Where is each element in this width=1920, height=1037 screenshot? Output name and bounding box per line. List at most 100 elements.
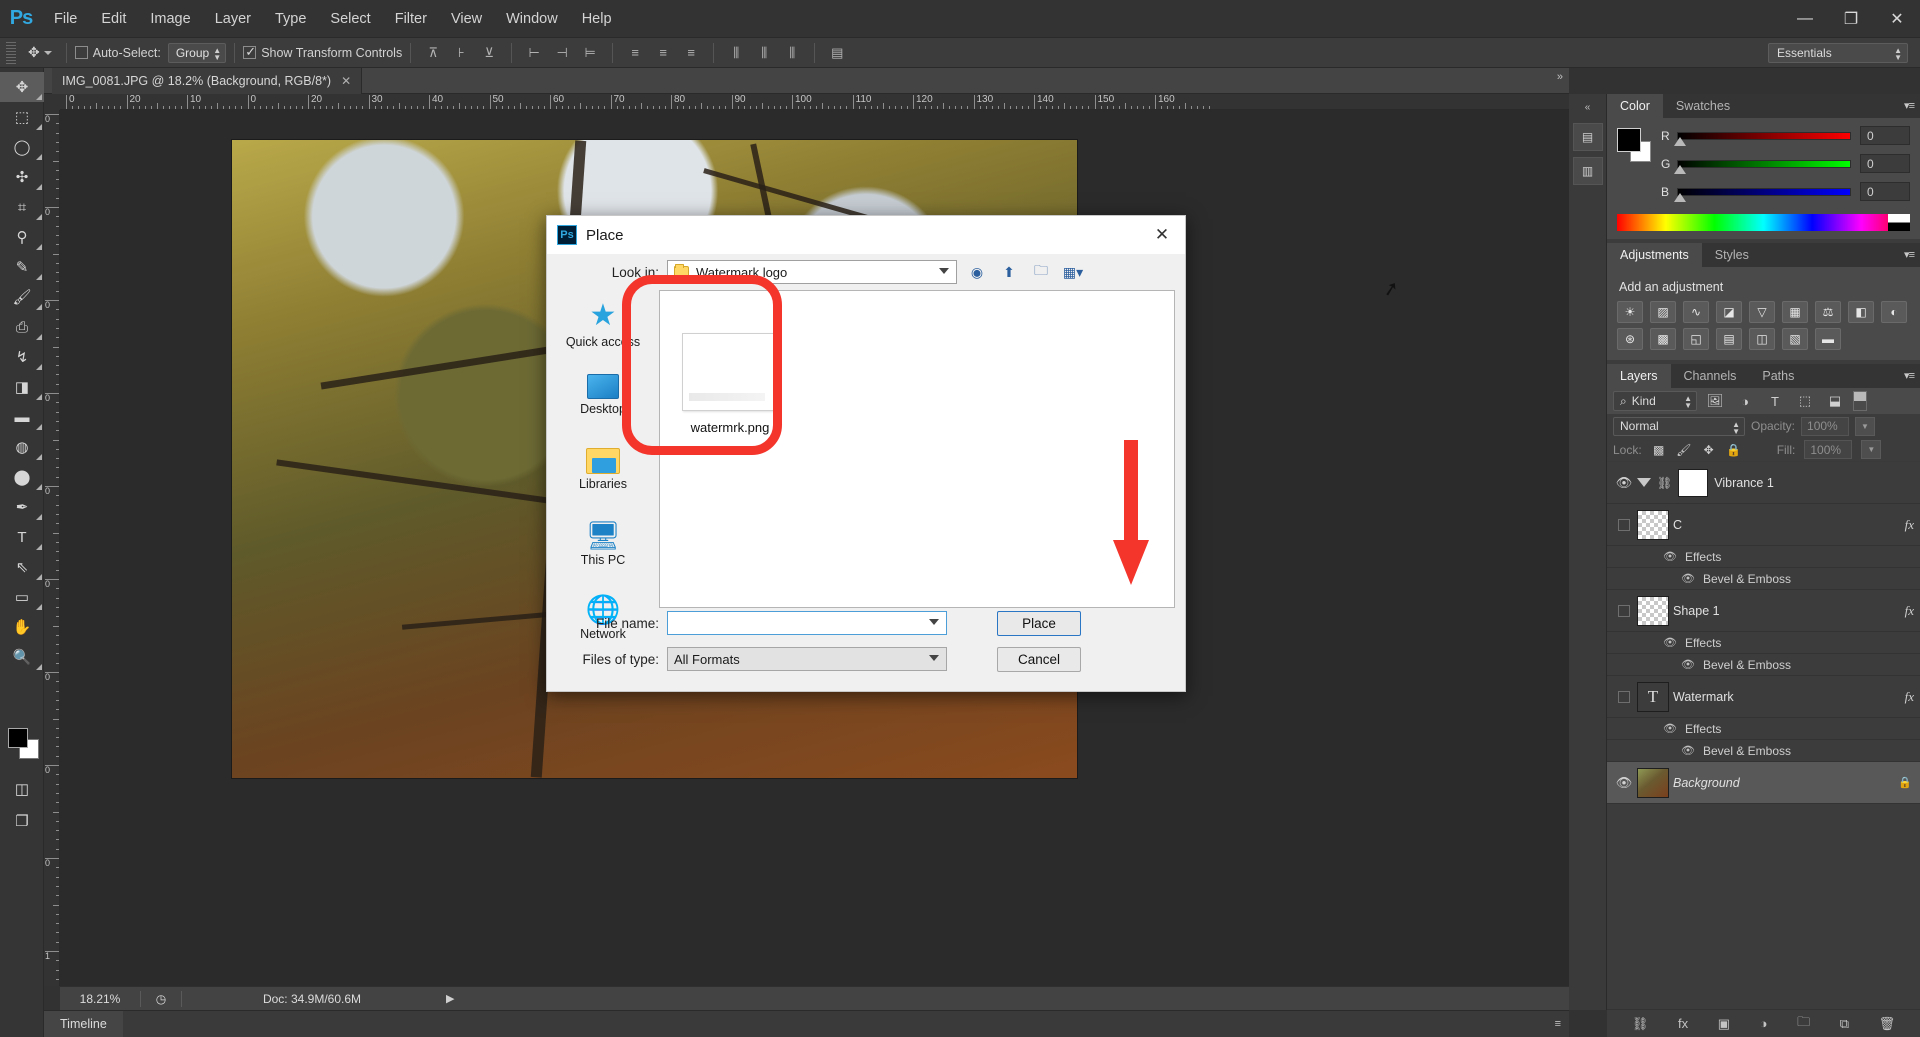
green-slider[interactable] — [1674, 159, 1851, 174]
exposure-icon[interactable]: ◪ — [1716, 301, 1742, 323]
distribute-bottom-edges-button[interactable]: ≡ — [680, 42, 702, 64]
rectangular-marquee-tool[interactable]: ⬚ — [0, 102, 44, 132]
layer-thumbnail[interactable] — [1637, 767, 1669, 798]
menu-edit[interactable]: Edit — [89, 0, 138, 38]
restore-button[interactable]: ❐ — [1828, 0, 1874, 38]
pixel-layers-filter-icon[interactable]: 🖼 — [1703, 391, 1727, 411]
layer-visibility-icon[interactable] — [1611, 518, 1637, 531]
effects-visibility-icon[interactable]: 👁 — [1663, 550, 1677, 563]
table-row[interactable]: 👁 Background 🔒 — [1607, 762, 1920, 804]
brightness-contrast-icon[interactable]: ☀ — [1617, 301, 1643, 323]
image-file-thumbnail[interactable] — [682, 333, 778, 411]
quick-selection-tool[interactable]: ✣ — [0, 162, 44, 192]
table-row[interactable]: T Watermark fx — [1607, 676, 1920, 718]
properties-panel-icon[interactable]: ▥ — [1572, 157, 1603, 185]
menu-window[interactable]: Window — [494, 0, 570, 38]
link-mask-icon[interactable]: ⛓ — [1657, 476, 1672, 490]
hue-saturation-icon[interactable]: ▦ — [1782, 301, 1808, 323]
change-screen-mode-button[interactable]: ❐ — [0, 806, 44, 836]
blue-value[interactable]: 0 — [1860, 182, 1910, 201]
auto-select-checkbox[interactable] — [74, 46, 88, 59]
gradient-map-icon[interactable]: ▧ — [1782, 328, 1808, 350]
clone-stamp-tool[interactable]: ⎙ — [0, 312, 44, 342]
edit-in-quick-mask-mode-button[interactable]: ◫ — [0, 774, 44, 804]
auto-align-layers-button[interactable]: ▤ — [826, 42, 848, 64]
foreground-color-swatch[interactable] — [1617, 128, 1641, 152]
add-layer-style-icon[interactable]: fx — [1678, 1016, 1688, 1031]
invert-icon[interactable]: ◱ — [1683, 328, 1709, 350]
workspace-switcher[interactable]: Essentials ▲ ▼ — [1768, 43, 1908, 63]
panel-menu-icon[interactable]: ▾≡ — [1904, 99, 1915, 112]
create-group-icon[interactable]: 🗀 — [1797, 1013, 1810, 1035]
file-browser-list[interactable]: watermrk.png — [659, 290, 1175, 608]
blend-mode-select[interactable]: Normal ▲ ▼ — [1613, 416, 1745, 436]
tab-layers[interactable]: Layers — [1607, 364, 1671, 388]
dock-expand-icon[interactable]: « — [1569, 100, 1606, 117]
list-item[interactable]: 👁 Effects — [1607, 546, 1920, 568]
layer-effects-fx-icon[interactable]: fx — [1905, 603, 1914, 619]
menu-image[interactable]: Image — [138, 0, 202, 38]
dodge-tool[interactable]: ⬤ — [0, 462, 44, 492]
vertical-ruler[interactable]: 0 0 0 0 0 0 0 0 0 1 — [44, 110, 60, 986]
distribute-vertical-centers-button[interactable]: ≡ — [652, 42, 674, 64]
slider-thumb[interactable] — [1674, 136, 1686, 146]
create-new-layer-icon[interactable]: ⧉ — [1840, 1016, 1849, 1032]
blue-slider[interactable] — [1674, 187, 1851, 202]
create-adjustment-layer-icon[interactable]: ◑ — [1760, 1016, 1768, 1031]
list-item[interactable]: 👁 Bevel & Emboss — [1607, 654, 1920, 676]
tab-channels[interactable]: Channels — [1670, 364, 1750, 388]
align-right-edges-button[interactable]: ⊨ — [579, 42, 601, 64]
panel-menu-icon[interactable]: ▾≡ — [1904, 369, 1915, 382]
document-tab[interactable]: IMG_0081.JPG @ 18.2% (Background, RGB/8*… — [52, 68, 363, 94]
effects-visibility-icon[interactable]: 👁 — [1663, 636, 1677, 649]
list-item[interactable]: 👁 Bevel & Emboss — [1607, 568, 1920, 590]
photo-filter-icon[interactable]: ◐ — [1881, 301, 1907, 323]
auto-select-scope-select[interactable]: Group ▲ ▼ — [167, 42, 227, 63]
fill-dropdown-icon[interactable]: ▼ — [1861, 440, 1882, 459]
table-row[interactable]: Shape 1 fx — [1607, 590, 1920, 632]
smart-object-filter-icon[interactable]: ⬓ — [1823, 391, 1847, 411]
table-row[interactable]: 👁 ⛓ Vibrance 1 — [1607, 462, 1920, 504]
history-panel-icon[interactable]: ▤ — [1572, 123, 1603, 151]
up-one-level-button[interactable]: ⬆ — [997, 261, 1021, 284]
lock-all-icon[interactable]: 🔒 — [1726, 443, 1742, 457]
opacity-value[interactable]: 100% — [1801, 416, 1850, 436]
add-layer-mask-icon[interactable]: ▣ — [1718, 1016, 1730, 1032]
layer-thumbnail[interactable] — [1637, 595, 1669, 626]
history-clock-icon[interactable]: ◷ — [141, 992, 181, 1006]
channel-mixer-icon[interactable]: ⊛ — [1617, 328, 1643, 350]
blur-tool[interactable]: ◍ — [0, 432, 44, 462]
file-name-input[interactable] — [667, 611, 947, 635]
selective-color-icon[interactable]: ▬ — [1815, 328, 1841, 350]
move-tool[interactable]: ✥ — [0, 72, 44, 102]
zoom-level[interactable]: 18.21% — [60, 992, 140, 1006]
slider-thumb[interactable] — [1674, 192, 1686, 202]
green-value[interactable]: 0 — [1860, 154, 1910, 173]
fill-value[interactable]: 100% — [1804, 440, 1853, 459]
red-value[interactable]: 0 — [1860, 126, 1910, 145]
adjustment-layers-filter-icon[interactable]: ◑ — [1733, 391, 1757, 411]
color-balance-icon[interactable]: ⚖ — [1815, 301, 1841, 323]
color-lookup-icon[interactable]: ▩ — [1650, 328, 1676, 350]
foreground-color-swatch[interactable] — [8, 728, 28, 748]
sidebar-item-quick-access[interactable]: ★ Quick access — [547, 300, 659, 374]
horizontal-ruler[interactable]: 0 20 10 0 20 30 40 50 60 70 80 90 100 110 120 130 140 150… — [60, 94, 1569, 110]
distribute-top-edges-button[interactable]: ≡ — [624, 42, 646, 64]
menu-layer[interactable]: Layer — [203, 0, 263, 38]
sidebar-item-libraries[interactable]: Libraries — [547, 448, 659, 522]
align-vertical-centers-button[interactable]: ⊦ — [450, 42, 472, 64]
threshold-icon[interactable]: ◫ — [1749, 328, 1775, 350]
black-white-icon[interactable]: ◧ — [1848, 301, 1874, 323]
list-item[interactable]: 👁 Effects — [1607, 718, 1920, 740]
lock-transparent-pixels-icon[interactable]: ▩ — [1651, 443, 1667, 457]
effect-visibility-icon[interactable]: 👁 — [1681, 572, 1695, 585]
tab-color[interactable]: Color — [1607, 94, 1663, 118]
gradient-tool[interactable]: ▬ — [0, 402, 44, 432]
distribute-right-edges-button[interactable]: ⫼ — [781, 42, 803, 64]
delete-layer-icon[interactable]: 🗑 — [1879, 1016, 1896, 1032]
look-in-select[interactable]: Watermark logo — [667, 260, 957, 284]
lock-position-icon[interactable]: ✥ — [1701, 443, 1717, 457]
table-row[interactable]: C fx — [1607, 504, 1920, 546]
pen-tool[interactable]: ✒ — [0, 492, 44, 522]
layer-effects-fx-icon[interactable]: fx — [1905, 517, 1914, 533]
